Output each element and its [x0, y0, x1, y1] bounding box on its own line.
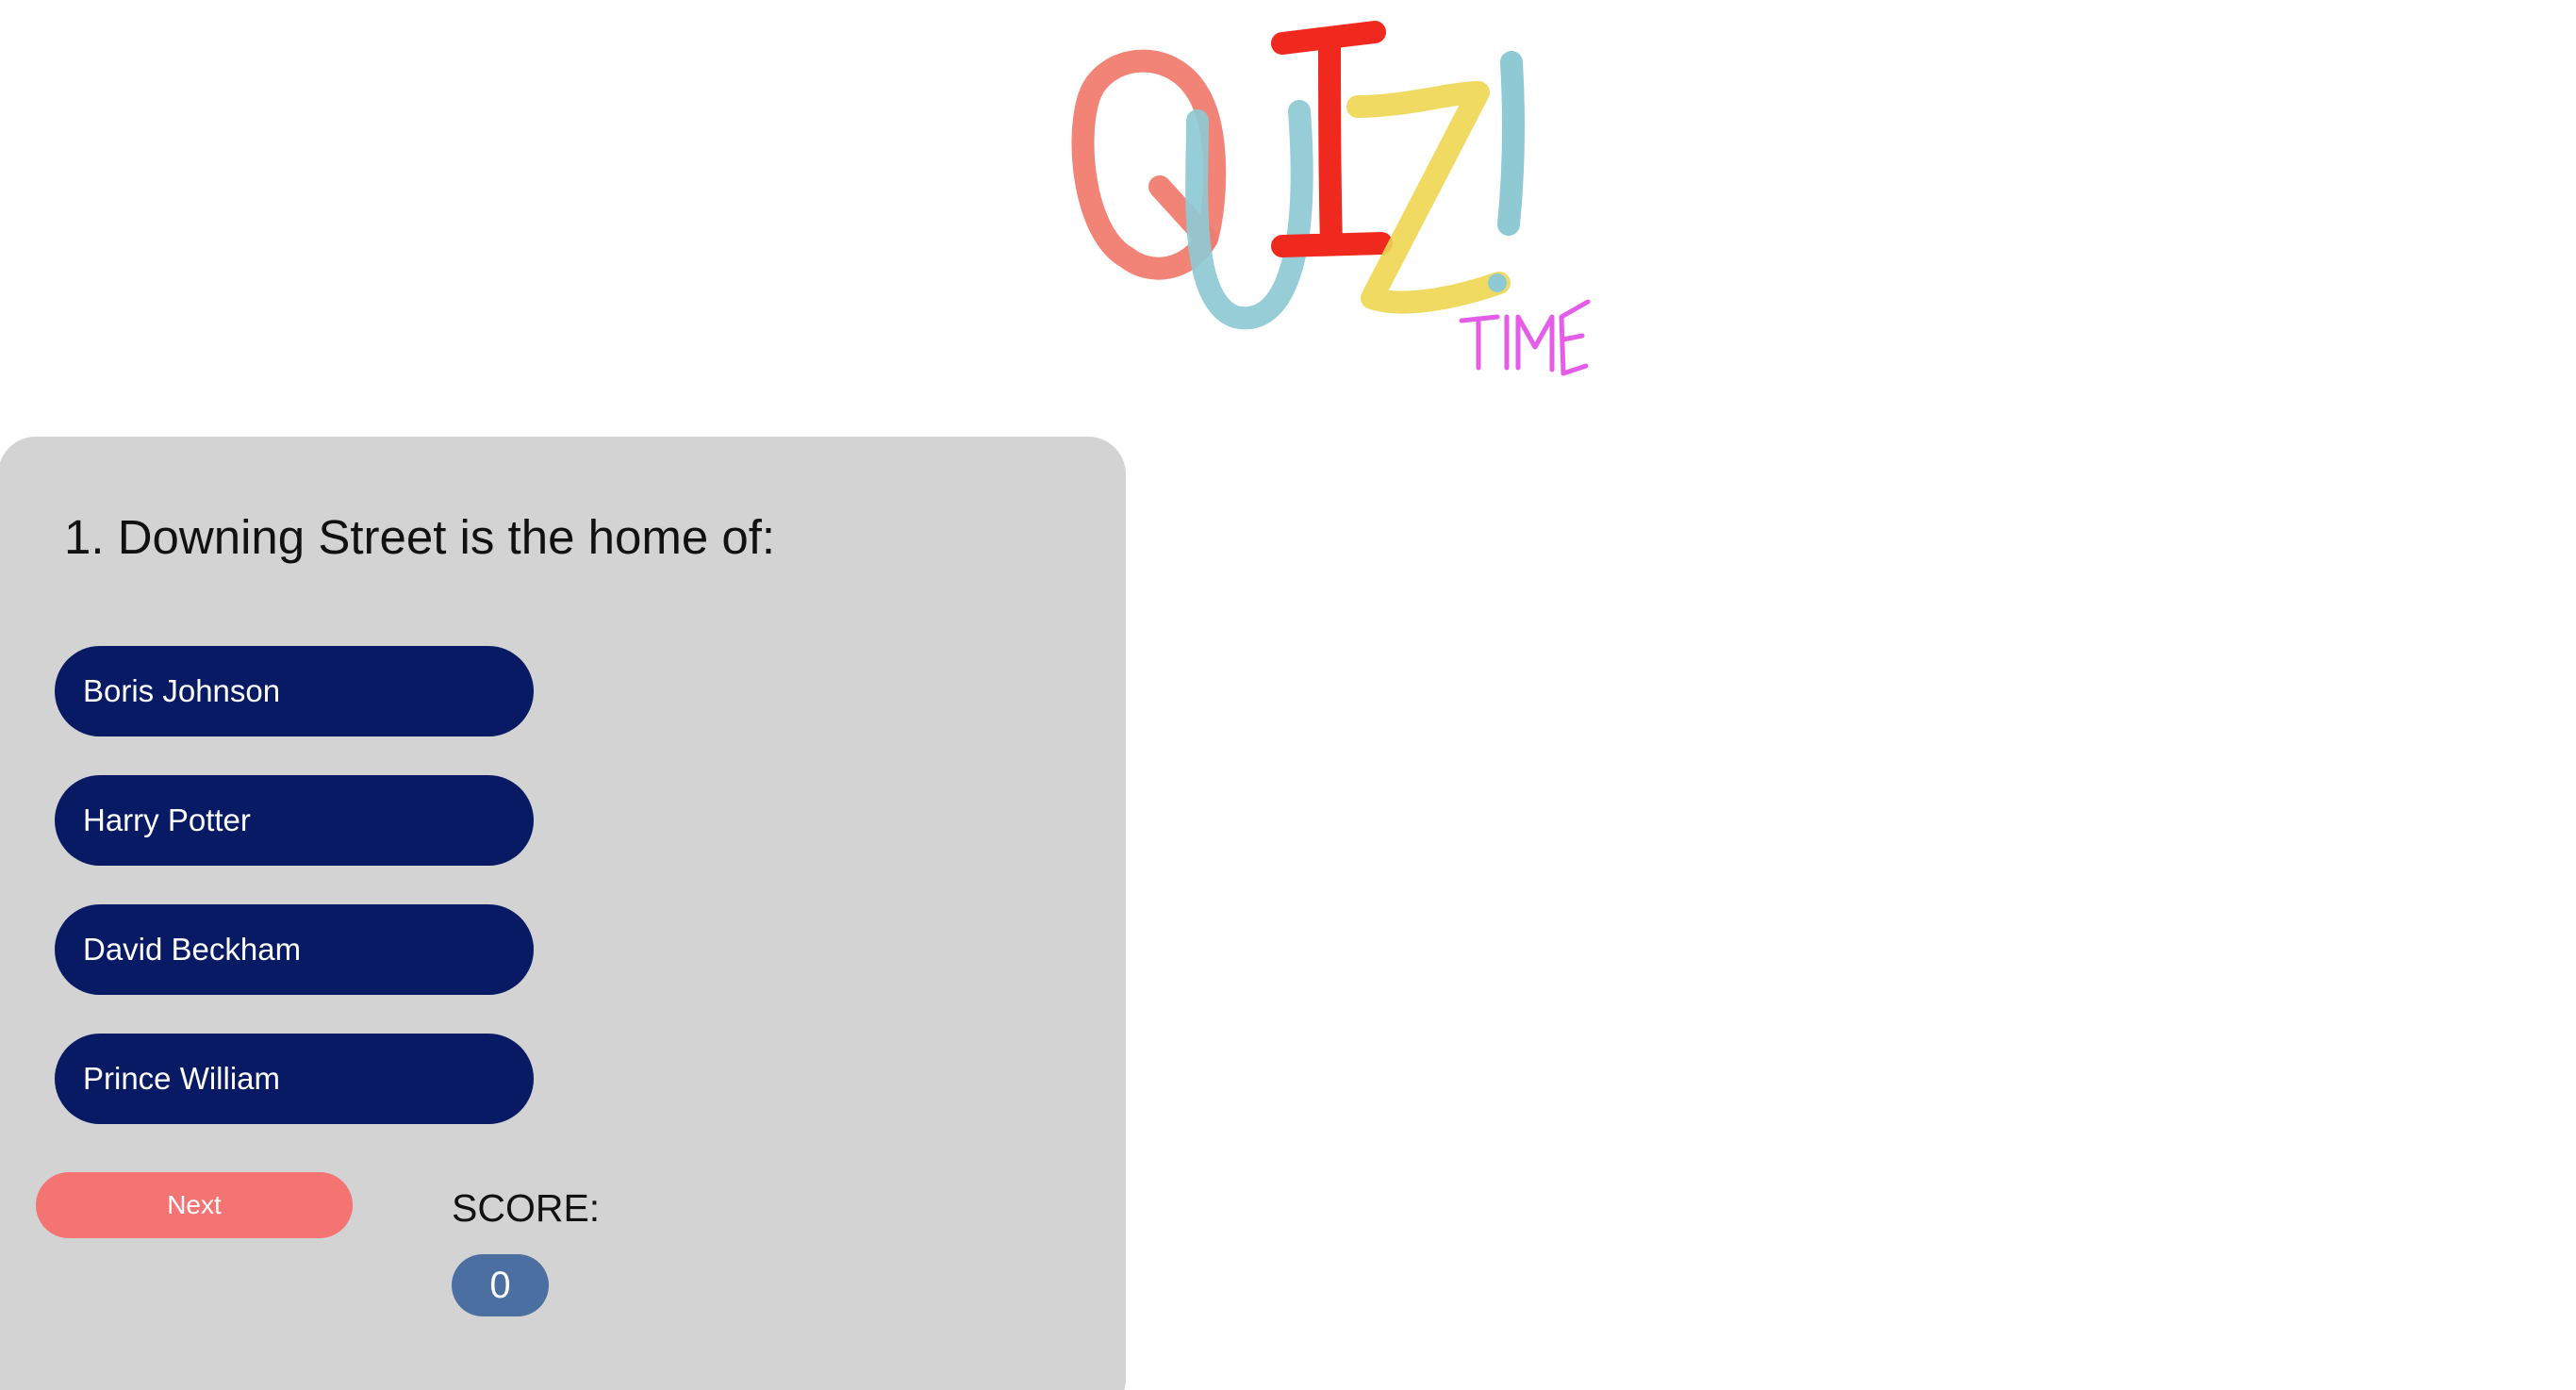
quiz-time-logo	[1047, 17, 1612, 394]
question-text: 1. Downing Street is the home of:	[64, 510, 776, 564]
score-badge: 0	[452, 1254, 549, 1316]
score-label: SCORE:	[452, 1186, 601, 1230]
next-button[interactable]: Next	[36, 1172, 353, 1238]
answer-button-prince-william[interactable]: Prince William	[55, 1034, 534, 1124]
answer-button-boris-johnson[interactable]: Boris Johnson	[55, 646, 534, 736]
answer-button-harry-potter[interactable]: Harry Potter	[55, 775, 534, 866]
quiz-page: 1. Downing Street is the home of: Boris …	[0, 0, 2576, 1390]
quiz-time-logo-wordmark	[1071, 21, 1591, 376]
answer-list: Boris Johnson Harry Potter David Beckham…	[55, 646, 534, 1163]
answer-button-david-beckham[interactable]: David Beckham	[55, 904, 534, 995]
